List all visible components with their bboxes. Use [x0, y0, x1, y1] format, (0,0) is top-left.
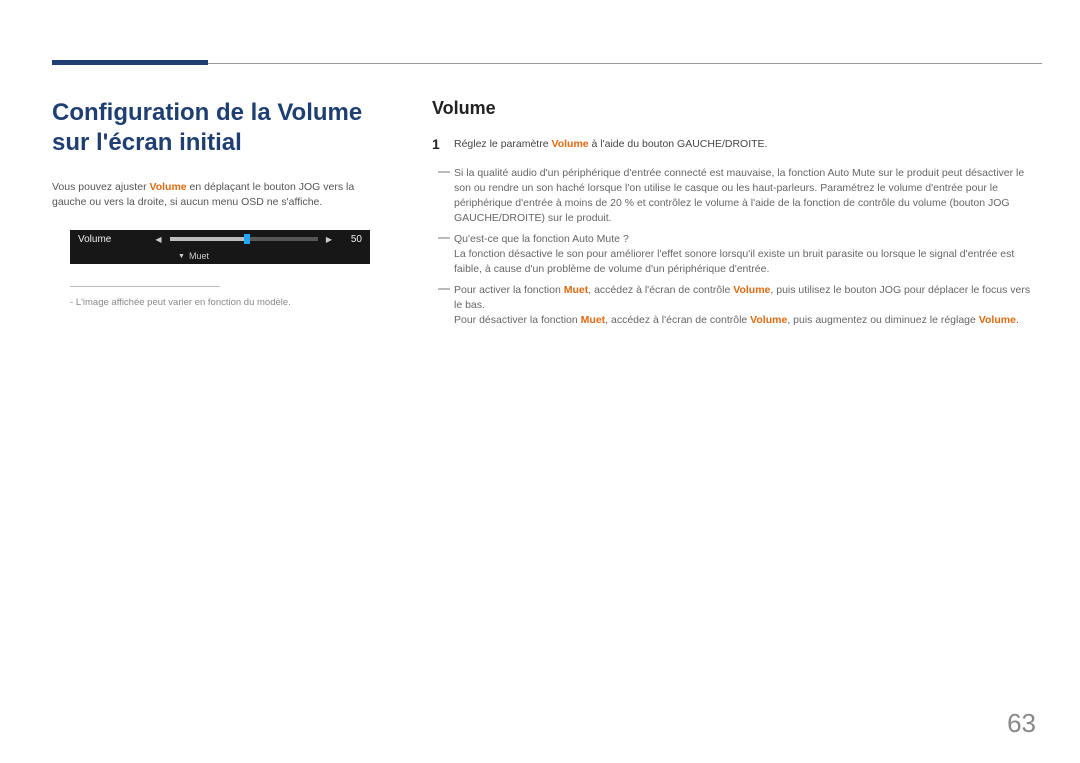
right-column: Volume 1 Réglez le paramètre Volume à l'… [412, 98, 1040, 334]
osd-label: Volume [78, 234, 111, 245]
page-number: 63 [1007, 708, 1036, 739]
volume-keyword: Volume [551, 138, 588, 150]
section-heading: Configuration de la Volume sur l'écran i… [52, 98, 384, 158]
intro-paragraph: Vous pouvez ajuster Volume en déplaçant … [52, 180, 384, 210]
muet-keyword: Muet [581, 314, 606, 326]
document-page: Configuration de la Volume sur l'écran i… [0, 0, 1080, 763]
left-column: Configuration de la Volume sur l'écran i… [52, 98, 412, 334]
osd-volume-preview: Volume ◀ ▶ 50 ▼ Muet [70, 230, 370, 264]
triangle-right-icon: ▶ [322, 235, 336, 244]
triangle-down-icon: ▼ [178, 253, 185, 260]
osd-row-mute: ▼ Muet [70, 248, 370, 264]
subsection-heading: Volume [432, 98, 1040, 119]
osd-slider-track [170, 237, 318, 241]
volume-keyword: Volume [979, 314, 1016, 326]
osd-slider-knob [244, 234, 250, 244]
osd-row-main: Volume ◀ ▶ 50 [70, 230, 370, 248]
intro-volume-keyword: Volume [149, 181, 186, 193]
info-auto-mute-definition: Qu'est-ce que la fonction Auto Mute ? La… [432, 232, 1040, 277]
muet-keyword: Muet [564, 284, 589, 296]
step-text: Réglez le paramètre Volume à l'aide du b… [454, 137, 767, 152]
volume-keyword: Volume [733, 284, 770, 296]
osd-slider-fill [170, 237, 247, 241]
info-auto-mute-quality: Si la qualité audio d'un périphérique d'… [432, 166, 1040, 226]
volume-keyword: Volume [750, 314, 787, 326]
image-may-vary-note: L'image affichée peut varier en fonction… [70, 297, 384, 308]
info-mute-activate: Pour activer la fonction Muet, accédez à… [432, 283, 1040, 328]
step-number: 1 [432, 137, 454, 151]
footnote-divider [70, 286, 220, 287]
intro-text-pre: Vous pouvez ajuster [52, 181, 149, 193]
content-columns: Configuration de la Volume sur l'écran i… [52, 98, 1040, 334]
accent-bar [52, 60, 208, 65]
osd-mute-label: Muet [189, 251, 209, 261]
step-1: 1 Réglez le paramètre Volume à l'aide du… [432, 137, 1040, 152]
osd-value: 50 [336, 234, 362, 245]
triangle-left-icon: ◀ [151, 235, 165, 244]
dash-icon [438, 283, 450, 295]
dash-icon [438, 232, 450, 244]
dash-icon [438, 166, 450, 178]
